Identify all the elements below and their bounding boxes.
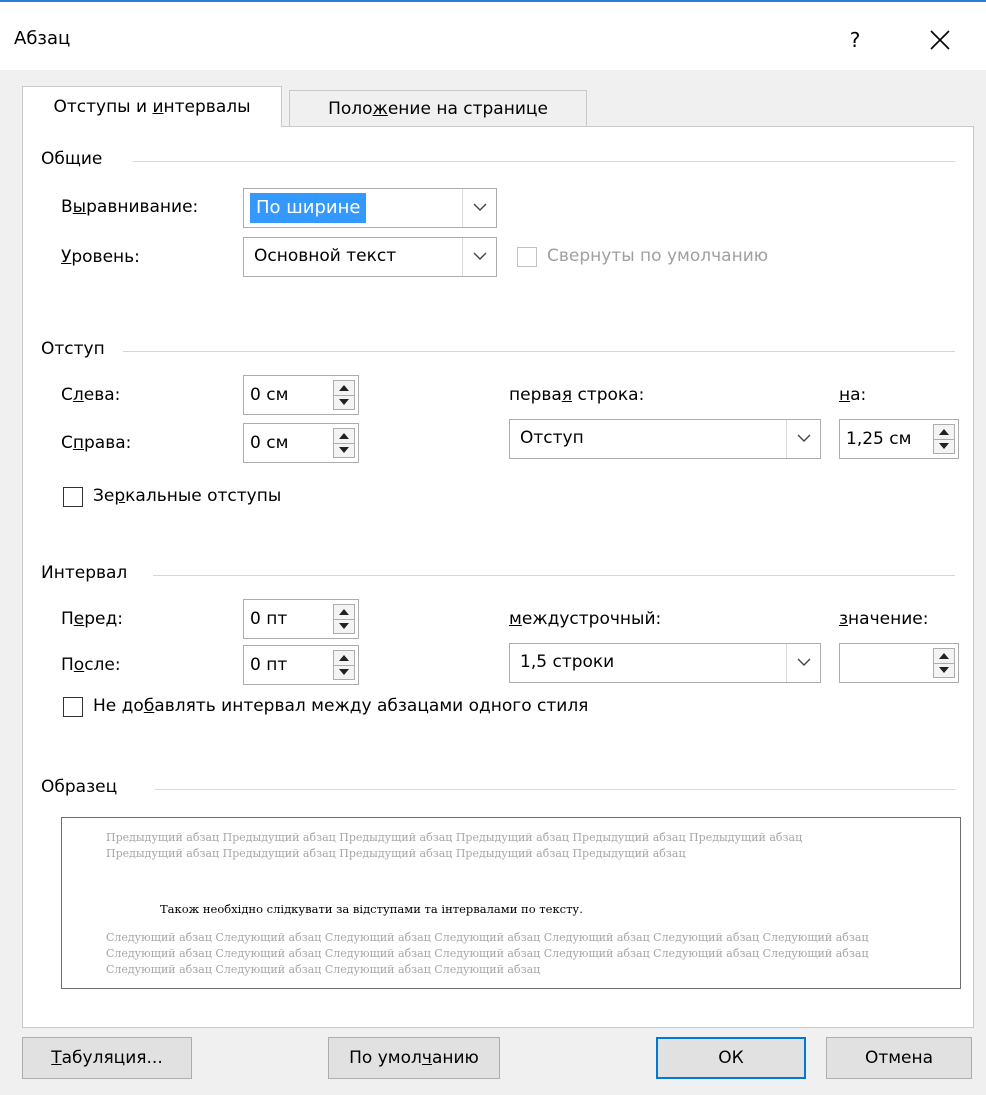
spin-buttons[interactable]	[333, 428, 355, 458]
chevron-down-icon[interactable]	[462, 238, 496, 276]
chevron-down-icon[interactable]	[786, 644, 820, 682]
section-title: Отступ	[41, 339, 105, 359]
spin-buttons[interactable]	[933, 648, 955, 678]
line-spacing-select[interactable]: 1,5 строки	[509, 643, 821, 683]
tab-mnemonic: и	[152, 97, 164, 117]
section-title: Общие	[41, 149, 103, 169]
preview-current-paragraph: Також необхідно слідкувати за відступами…	[160, 902, 583, 916]
section-indent: Отступ	[41, 339, 955, 359]
at-label: значение:	[839, 609, 929, 629]
section-spacing: Интервал	[41, 563, 955, 583]
tab-label-part: ение на странице	[387, 99, 548, 119]
tab-indents-spacing[interactable]: Отступы и интервалы	[22, 86, 282, 127]
space-before-value: 0 пт	[250, 609, 288, 629]
section-title: Интервал	[41, 563, 128, 583]
tab-label-part: Отступы и	[53, 97, 153, 117]
spin-buttons[interactable]	[333, 380, 355, 410]
indent-left-value: 0 см	[250, 385, 289, 405]
title-bar: Абзац ?	[0, 2, 986, 70]
alignment-value: По ширине	[250, 193, 367, 223]
tab-line-page-breaks[interactable]: Положение на странице	[289, 90, 587, 127]
by-value: 1,25 см	[846, 429, 912, 449]
section-divider	[153, 575, 955, 576]
preview-box: Предыдущий абзац Предыдущий абзац Предыд…	[61, 817, 961, 989]
indent-right-value: 0 см	[250, 433, 289, 453]
tab-panel: Общие Выравнивание: По ширине Уровень: О…	[22, 126, 974, 1028]
section-general: Общие	[41, 149, 955, 169]
spin-buttons[interactable]	[333, 604, 355, 634]
space-after-label: После:	[61, 655, 121, 675]
dont-add-space-label: Не добавлять интервал между абзацами одн…	[93, 696, 589, 716]
tab-mnemonic: ж	[372, 99, 388, 119]
collapsed-checkbox[interactable]	[517, 247, 537, 267]
spin-buttons[interactable]	[333, 650, 355, 680]
collapsed-label: Свернуты по умолчанию	[547, 246, 769, 266]
first-line-select[interactable]: Отступ	[509, 419, 821, 459]
section-divider	[123, 351, 955, 352]
first-line-value: Отступ	[520, 428, 584, 448]
ok-button[interactable]: ОК	[656, 1037, 806, 1079]
at-spinner[interactable]	[839, 643, 959, 683]
close-button[interactable]	[912, 20, 968, 60]
space-after-spinner[interactable]: 0 пт	[243, 645, 359, 685]
spin-buttons[interactable]	[933, 424, 955, 454]
section-divider	[155, 789, 955, 790]
alignment-label: Выравнивание:	[61, 197, 199, 217]
space-after-value: 0 пт	[250, 655, 288, 675]
preview-previous-paragraph: Предыдущий абзац Предыдущий абзац Предыд…	[106, 831, 803, 860]
space-before-label: Перед:	[61, 609, 123, 629]
cancel-button[interactable]: Отмена	[826, 1037, 972, 1079]
section-preview: Образец	[41, 777, 955, 797]
indent-left-spinner[interactable]: 0 см	[243, 375, 359, 415]
help-button[interactable]: ?	[838, 20, 872, 60]
line-spacing-value: 1,5 строки	[520, 652, 615, 672]
tab-label-part: нтервалы	[163, 97, 251, 117]
indent-right-spinner[interactable]: 0 см	[243, 423, 359, 463]
section-title: Образец	[41, 777, 118, 797]
indent-right-label: Справа:	[61, 433, 132, 453]
level-value: Основной текст	[254, 246, 397, 266]
section-divider	[133, 161, 955, 162]
mirror-indents-label: Зеркальные отступы	[93, 486, 282, 506]
by-spinner[interactable]: 1,25 см	[839, 419, 959, 459]
alignment-select[interactable]: По ширине	[243, 188, 497, 228]
level-select[interactable]: Основной текст	[243, 237, 497, 277]
tab-label-part: Поло	[328, 99, 373, 119]
dont-add-space-checkbox[interactable]	[63, 697, 83, 717]
dialog-title: Абзац	[14, 28, 71, 49]
paragraph-dialog: Абзац ? Отступы и интервалы Положение на…	[0, 0, 986, 1095]
line-spacing-label: междустрочный:	[509, 609, 662, 629]
tabs-button[interactable]: Табуляция...	[22, 1037, 192, 1079]
set-as-default-button[interactable]: По умолчанию	[328, 1037, 500, 1079]
mirror-indents-checkbox[interactable]	[63, 487, 83, 507]
close-icon	[930, 30, 950, 50]
indent-left-label: Слева:	[61, 385, 121, 405]
chevron-down-icon[interactable]	[786, 420, 820, 458]
preview-next-paragraph: Следующий абзац Следующий абзац Следующи…	[106, 931, 869, 976]
space-before-spinner[interactable]: 0 пт	[243, 599, 359, 639]
first-line-label: первая строка:	[509, 385, 645, 405]
level-label: Уровень:	[61, 247, 140, 267]
chevron-down-icon[interactable]	[462, 189, 496, 227]
by-label: на:	[839, 385, 867, 405]
